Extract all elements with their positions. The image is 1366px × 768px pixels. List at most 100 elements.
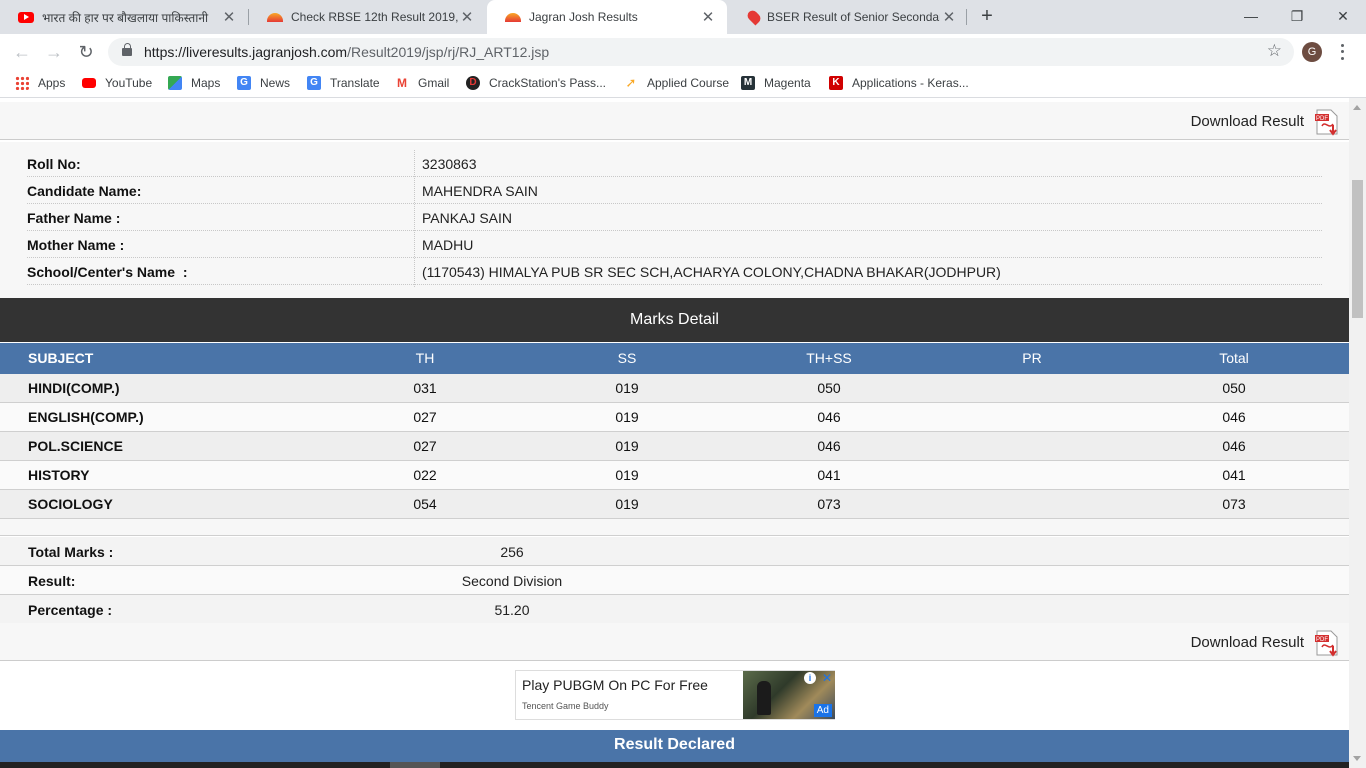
close-icon[interactable]: ✕ bbox=[940, 8, 958, 26]
scroll-down-icon[interactable] bbox=[1353, 756, 1361, 761]
info-row-mother-name: Mother Name : MADHU bbox=[27, 231, 1322, 258]
info-row-candidate-name: Candidate Name: MAHENDRA SAIN bbox=[27, 177, 1322, 204]
subject-name: ENGLISH(COMP.) bbox=[28, 409, 144, 425]
thss-mark: 046 bbox=[817, 438, 841, 454]
apps-grid-icon bbox=[15, 76, 29, 90]
tab-bser-result[interactable]: BSER Result of Senior Secondary ✕ bbox=[728, 0, 968, 34]
tab-title: BSER Result of Senior Secondary bbox=[767, 10, 940, 24]
ss-mark: 019 bbox=[615, 409, 639, 425]
profile-avatar[interactable]: G bbox=[1302, 42, 1322, 62]
bookmark-label: Translate bbox=[330, 76, 380, 90]
scroll-up-icon[interactable] bbox=[1353, 105, 1361, 110]
bookmark-news[interactable]: G News bbox=[237, 76, 290, 90]
ad-title[interactable]: Play PUBGM On PC For Free bbox=[522, 677, 708, 693]
minimize-button[interactable]: — bbox=[1236, 4, 1266, 28]
scroll-thumb[interactable] bbox=[1352, 180, 1363, 318]
subject-name: HISTORY bbox=[28, 467, 90, 483]
maximize-button[interactable]: ❐ bbox=[1282, 4, 1312, 28]
bookmark-label: CrackStation's Pass... bbox=[489, 76, 606, 90]
bookmark-translate[interactable]: G Translate bbox=[307, 76, 380, 90]
bookmark-maps[interactable]: Maps bbox=[168, 76, 220, 90]
close-icon[interactable]: ✕ bbox=[699, 8, 717, 26]
bookmark-apps[interactable]: Apps bbox=[15, 76, 65, 90]
pr-mark bbox=[982, 461, 1082, 489]
subject-name: SOCIOLOGY bbox=[28, 496, 113, 512]
translate-icon: G bbox=[307, 76, 321, 90]
totals-value: 51.20 bbox=[494, 602, 530, 618]
tab-youtube-video[interactable]: भारत की हार पर बौखलाया पाकिस्तानी ✕ bbox=[0, 0, 248, 34]
pdf-download-icon[interactable]: PDF bbox=[1313, 629, 1341, 657]
pdf-download-icon[interactable]: PDF bbox=[1313, 108, 1341, 136]
col-subject: SUBJECT bbox=[28, 350, 94, 366]
svg-text:PDF: PDF bbox=[1316, 116, 1328, 122]
tab-jagran-josh-results[interactable]: Jagran Josh Results ✕ bbox=[487, 0, 727, 34]
total-mark: 073 bbox=[1222, 496, 1246, 512]
total-mark: 050 bbox=[1222, 380, 1246, 396]
url-text[interactable]: https://liveresults.jagranjosh.com/Resul… bbox=[144, 44, 549, 60]
info-divider bbox=[414, 150, 415, 287]
close-icon[interactable]: ✕ bbox=[220, 8, 238, 26]
tab-title: भारत की हार पर बौखलाया पाकिस्तानी bbox=[42, 10, 209, 25]
svg-text:PDF: PDF bbox=[1316, 637, 1328, 643]
jagranjosh-icon bbox=[505, 12, 521, 22]
col-total: Total bbox=[1219, 350, 1249, 366]
marks-detail-heading: Marks Detail bbox=[0, 298, 1349, 342]
close-icon[interactable]: ✕ bbox=[458, 8, 476, 26]
bookmark-gmail[interactable]: M Gmail bbox=[395, 76, 449, 90]
info-label: Candidate Name: bbox=[27, 183, 142, 199]
url-host: https://liveresults.jagranjosh.com bbox=[144, 44, 348, 60]
thss-mark: 073 bbox=[817, 496, 841, 512]
download-result-link[interactable]: Download Result bbox=[1191, 634, 1304, 651]
table-row: HINDI(COMP.) 031 019 050 050 bbox=[0, 374, 1349, 403]
download-result-link[interactable]: Download Result bbox=[1191, 113, 1304, 130]
back-icon[interactable]: ← bbox=[10, 40, 34, 64]
totals-value: Second Division bbox=[461, 573, 563, 589]
forward-icon[interactable]: → bbox=[42, 40, 66, 64]
th-mark: 031 bbox=[413, 380, 437, 396]
bookmark-youtube[interactable]: YouTube bbox=[82, 76, 152, 90]
bookmark-keras[interactable]: K Applications - Keras... bbox=[829, 76, 969, 90]
ad-badge: Ad bbox=[813, 704, 832, 717]
table-row: HISTORY 022 019 041 041 bbox=[0, 461, 1349, 490]
info-row-school: School/Center's Name : (1170543) HIMALYA… bbox=[27, 258, 1322, 285]
bookmark-label: Apps bbox=[38, 76, 66, 90]
adchoices-icon[interactable]: i bbox=[804, 672, 816, 684]
bookmarks-bar: Apps YouTube Maps G News G Translate M Gmai… bbox=[0, 70, 1366, 98]
magenta-icon: M bbox=[741, 76, 755, 90]
page-scrollbar[interactable] bbox=[1349, 98, 1366, 768]
bookmark-label: Applied Course bbox=[647, 76, 730, 90]
result-row: Result: Second Division bbox=[0, 566, 1349, 595]
advertisement-banner[interactable]: Play PUBGM On PC For Free Tencent Game B… bbox=[515, 670, 835, 720]
th-mark: 054 bbox=[413, 496, 437, 512]
bookmark-star-icon[interactable]: ☆ bbox=[1267, 41, 1282, 61]
new-tab-button[interactable]: + bbox=[976, 6, 998, 28]
subject-name: POL.SCIENCE bbox=[28, 438, 123, 454]
tab-rbse-check[interactable]: Check RBSE 12th Result 2019, Raj ✕ bbox=[249, 0, 486, 34]
info-value: 3230863 bbox=[422, 156, 477, 172]
bookmark-label: Magenta bbox=[764, 76, 811, 90]
ss-mark: 019 bbox=[615, 467, 639, 483]
address-bar[interactable]: https://liveresults.jagranjosh.com/Resul… bbox=[108, 38, 1294, 66]
tab-strip: भारत की हार पर बौखलाया पाकिस्तानी ✕ Chec… bbox=[0, 0, 1366, 34]
bookmark-magenta[interactable]: M Magenta bbox=[741, 76, 811, 90]
total-mark: 041 bbox=[1222, 467, 1246, 483]
totals-value: 256 bbox=[500, 544, 524, 560]
info-row-roll: Roll No: 3230863 bbox=[27, 150, 1322, 177]
marks-table-header: SUBJECT TH SS TH+SS PR Total bbox=[0, 343, 1349, 374]
window-close-button[interactable]: ✕ bbox=[1328, 4, 1358, 28]
table-spacer bbox=[0, 519, 1349, 536]
bookmark-crackstation[interactable]: D CrackStation's Pass... bbox=[466, 76, 606, 90]
info-row-father-name: Father Name : PANKAJ SAIN bbox=[27, 204, 1322, 231]
bookmark-label: News bbox=[260, 76, 291, 90]
tab-title: Jagran Josh Results bbox=[529, 10, 638, 24]
ss-mark: 019 bbox=[615, 380, 639, 396]
thss-mark: 041 bbox=[817, 467, 841, 483]
browser-menu-icon[interactable] bbox=[1336, 42, 1348, 62]
subject-name: HINDI(COMP.) bbox=[28, 380, 120, 396]
reload-icon[interactable]: ↻ bbox=[74, 40, 98, 64]
table-row: SOCIOLOGY 054 019 073 073 bbox=[0, 490, 1349, 519]
info-label: School/Center's Name : bbox=[27, 264, 188, 280]
bookmark-applied-course[interactable]: ➚ Applied Course bbox=[624, 76, 730, 91]
ad-close-icon[interactable]: ✕ bbox=[822, 671, 832, 685]
table-row: ENGLISH(COMP.) 027 019 046 046 bbox=[0, 403, 1349, 432]
